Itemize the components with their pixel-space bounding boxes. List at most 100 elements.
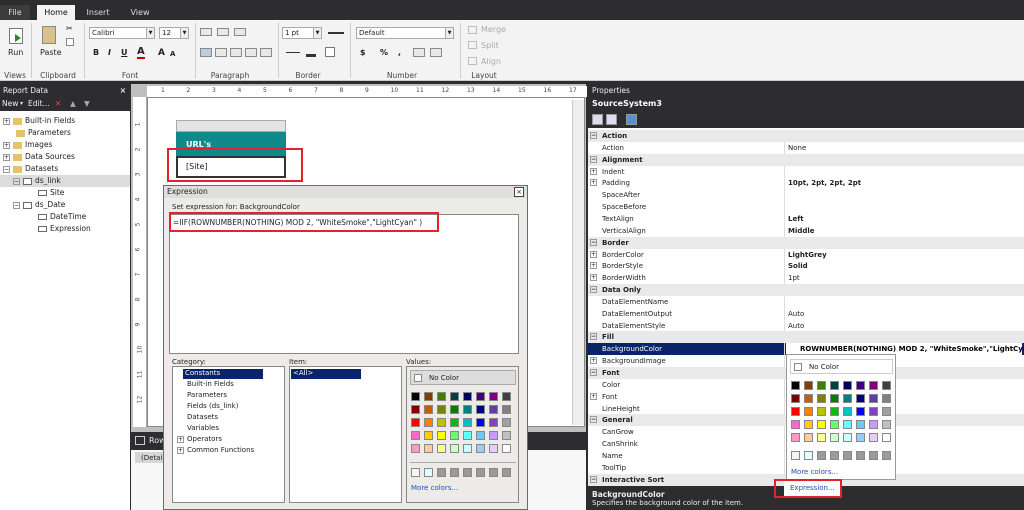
color-swatch[interactable] <box>424 405 433 414</box>
color-swatch[interactable] <box>856 394 865 403</box>
custom-color-swatch[interactable] <box>843 451 852 460</box>
custom-color-swatch[interactable] <box>869 451 878 460</box>
custom-color-swatch[interactable] <box>489 468 498 477</box>
tree-item-parameters[interactable]: Parameters <box>16 127 71 139</box>
color-swatch[interactable] <box>463 431 472 440</box>
color-swatch[interactable] <box>804 407 813 416</box>
grow-font-button[interactable]: A <box>158 48 165 58</box>
color-swatch[interactable] <box>882 394 891 403</box>
expand-icon[interactable]: + <box>3 153 10 161</box>
color-swatch[interactable] <box>869 433 878 442</box>
collapse-icon[interactable]: − <box>590 132 597 139</box>
decrease-decimal-icon[interactable] <box>430 48 442 57</box>
custom-color-swatch[interactable] <box>817 451 826 460</box>
color-swatch[interactable] <box>437 418 446 427</box>
property-row[interactable]: + BorderWidth 1pt <box>588 272 1024 285</box>
merge-button[interactable]: Merge <box>481 25 506 34</box>
color-swatch[interactable] <box>882 407 891 416</box>
color-swatch[interactable] <box>817 381 826 390</box>
category-list[interactable]: Constants Built-in Fields Parameters Fie… <box>172 366 285 503</box>
font-name-combo[interactable]: Calibri ▼ <box>89 27 155 39</box>
expand-icon[interactable]: + <box>3 117 10 125</box>
color-swatch[interactable] <box>502 418 511 427</box>
color-swatch[interactable] <box>882 381 891 390</box>
color-swatch[interactable] <box>869 420 878 429</box>
category-item-common-functions[interactable]: + Common Functions <box>177 446 254 454</box>
custom-color-swatch[interactable] <box>502 468 511 477</box>
property-row[interactable]: + Indent <box>588 165 1024 178</box>
category-item-operators[interactable]: + Operators <box>177 435 222 443</box>
expand-icon[interactable]: + <box>590 274 597 282</box>
color-swatch[interactable] <box>830 420 839 429</box>
borders-icon[interactable] <box>325 47 335 57</box>
custom-color-swatch[interactable] <box>450 468 459 477</box>
property-row[interactable]: SpaceBefore <box>588 201 1024 214</box>
tree-item-datasets[interactable]: − Datasets <box>3 163 58 175</box>
property-row[interactable]: DataElementName <box>588 295 1024 308</box>
list-icon[interactable] <box>260 48 272 57</box>
comma-button[interactable]: , <box>398 48 401 57</box>
expand-icon[interactable]: + <box>177 435 184 443</box>
property-row[interactable]: + Padding 10pt, 2pt, 2pt, 2pt <box>588 177 1024 190</box>
property-category[interactable]: − Border <box>588 236 1024 249</box>
expression-editor[interactable]: =IIF(ROWNUMBER(NOTHING) MOD 2, "WhiteSmo… <box>169 214 519 354</box>
color-swatch[interactable] <box>476 405 485 414</box>
collapse-icon[interactable]: − <box>13 177 20 185</box>
property-row[interactable]: TextAlign Left <box>588 212 1024 225</box>
border-style-icon[interactable] <box>328 32 344 34</box>
color-swatch[interactable] <box>437 444 446 453</box>
expand-icon[interactable]: + <box>590 250 597 258</box>
color-swatch[interactable] <box>437 392 446 401</box>
expand-icon[interactable]: + <box>590 167 597 175</box>
custom-color-swatch[interactable] <box>476 468 485 477</box>
property-row[interactable]: VerticalAlign Middle <box>588 224 1024 237</box>
property-value[interactable]: Middle <box>788 225 815 237</box>
color-swatch[interactable] <box>843 381 852 390</box>
expand-icon[interactable]: + <box>3 141 10 149</box>
color-swatch[interactable] <box>856 407 865 416</box>
color-swatch[interactable] <box>804 420 813 429</box>
color-swatch[interactable] <box>411 392 420 401</box>
color-swatch[interactable] <box>843 394 852 403</box>
tab-file[interactable]: File <box>0 5 30 20</box>
color-swatch[interactable] <box>450 444 459 453</box>
property-value[interactable]: 10pt, 2pt, 2pt, 2pt <box>788 177 861 189</box>
color-swatch[interactable] <box>437 405 446 414</box>
edit-button[interactable]: Edit... <box>28 97 50 111</box>
color-swatch[interactable] <box>882 420 891 429</box>
color-swatch[interactable] <box>502 431 511 440</box>
color-swatch[interactable] <box>791 381 800 390</box>
color-swatch[interactable] <box>502 444 511 453</box>
tree-item-site[interactable]: Site <box>38 187 64 199</box>
color-swatch[interactable] <box>411 405 420 414</box>
color-swatch[interactable] <box>411 431 420 440</box>
property-row[interactable]: + BorderStyle Solid <box>588 260 1024 273</box>
underline-button[interactable]: U <box>121 48 128 57</box>
tree-item-data-sources[interactable]: + Data Sources <box>3 151 75 163</box>
expand-icon[interactable]: + <box>177 446 184 454</box>
property-category[interactable]: − Alignment <box>588 153 1024 166</box>
custom-color-swatch[interactable] <box>463 468 472 477</box>
property-value[interactable]: Auto <box>788 308 804 320</box>
color-swatch[interactable] <box>843 407 852 416</box>
property-value[interactable]: 1pt <box>788 272 800 284</box>
color-swatch[interactable] <box>817 394 826 403</box>
property-category[interactable]: − Action <box>588 130 1024 142</box>
color-swatch[interactable] <box>476 431 485 440</box>
color-swatch[interactable] <box>830 433 839 442</box>
property-value[interactable]: Auto <box>788 320 804 332</box>
collapse-icon[interactable]: − <box>590 333 597 341</box>
property-row[interactable]: DataElementStyle Auto <box>588 319 1024 332</box>
color-swatch[interactable] <box>830 381 839 390</box>
category-item-builtin-fields[interactable]: Built-in Fields <box>187 380 234 388</box>
shrink-font-button[interactable]: A <box>170 50 175 58</box>
details-group[interactable]: (Detail <box>135 452 165 463</box>
color-swatch[interactable] <box>476 418 485 427</box>
tab-insert[interactable]: Insert <box>80 5 116 20</box>
category-item-datasets[interactable]: Datasets <box>187 413 218 421</box>
copy-icon[interactable] <box>66 38 74 46</box>
collapse-icon[interactable]: − <box>590 155 597 163</box>
color-swatch[interactable] <box>424 418 433 427</box>
font-size-combo[interactable]: 12 ▼ <box>159 27 189 39</box>
property-value[interactable]: Solid <box>788 260 808 272</box>
